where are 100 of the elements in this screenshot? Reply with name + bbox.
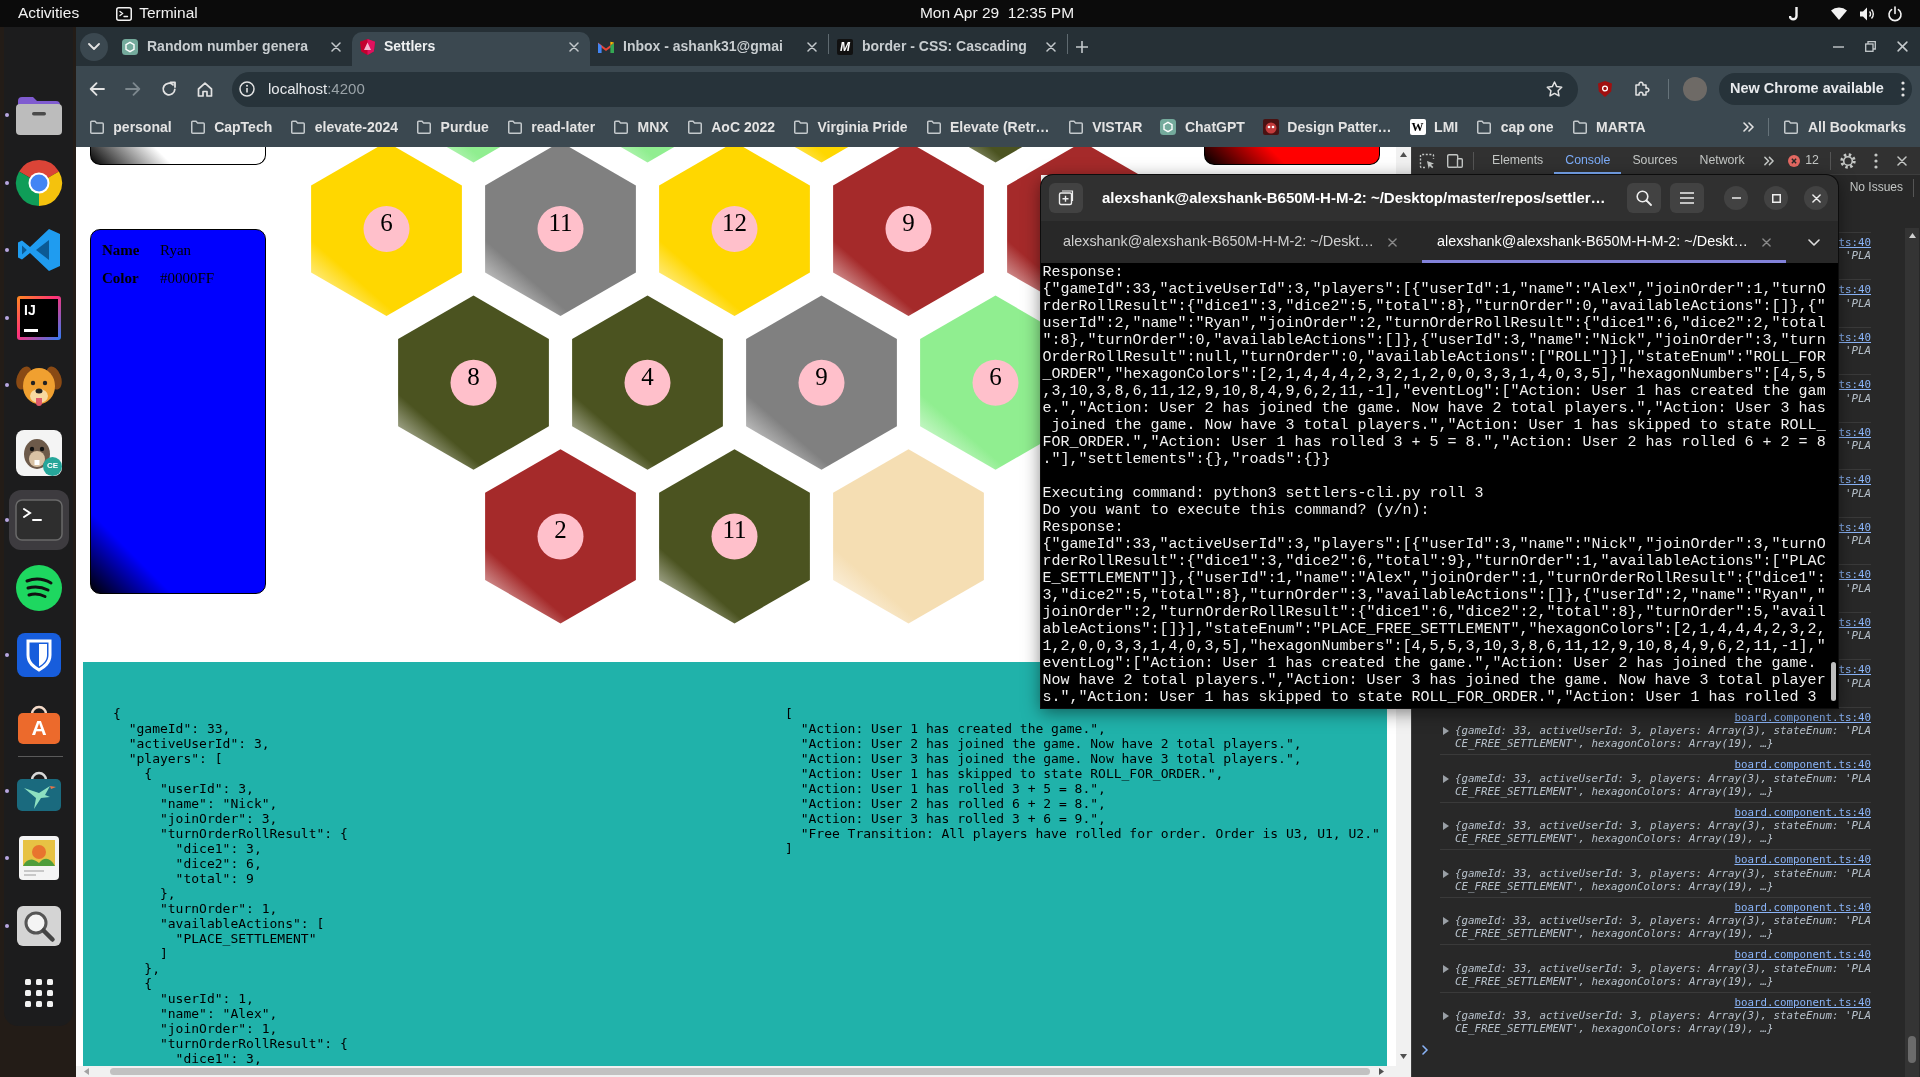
bookmark-folder[interactable]: All Bookmarks (1783, 115, 1906, 139)
scroll-up-icon[interactable] (1908, 233, 1916, 238)
activities-button[interactable]: Activities (18, 4, 80, 23)
bookmark-folder[interactable]: MNX (613, 115, 669, 139)
issues-button[interactable]: No Issues (1849, 180, 1903, 195)
chevron-down-icon[interactable] (1807, 238, 1820, 246)
segmented-circle-icon[interactable] (15, 158, 63, 207)
source-link[interactable]: board.component.ts:40 (1734, 900, 1871, 915)
source-link[interactable]: ts:40 (1838, 378, 1871, 392)
restore-icon[interactable] (1864, 41, 1876, 52)
browser-tab[interactable]: Inbox - ashank31@gmai (590, 32, 828, 66)
close-icon[interactable] (569, 41, 579, 52)
star-icon[interactable] (1546, 81, 1563, 97)
terminal-icon[interactable] (15, 499, 63, 541)
puzzle-icon[interactable] (1634, 81, 1650, 97)
browser-tab[interactable]: Settlers (352, 32, 590, 66)
picture-icon[interactable] (19, 836, 59, 880)
close-icon[interactable] (1387, 237, 1397, 247)
inspect-icon[interactable] (1419, 152, 1435, 169)
magnifier-icon[interactable] (17, 905, 61, 946)
source-link[interactable]: board.component.ts:40 (1734, 758, 1871, 772)
source-link[interactable]: board.component.ts:40 (1734, 710, 1871, 725)
close-icon[interactable] (1896, 155, 1907, 166)
hook-icon[interactable] (1789, 5, 1799, 22)
triangle-icon[interactable] (1443, 1012, 1449, 1021)
bookmark-folder[interactable]: CapTech (189, 115, 273, 139)
speaker-icon[interactable] (1859, 5, 1875, 22)
scroll-right-icon[interactable] (1379, 1068, 1384, 1075)
scrollbar-thumb[interactable] (1908, 1036, 1916, 1063)
source-link[interactable]: board.component.ts:40 (1734, 948, 1871, 962)
menu-button[interactable] (1670, 183, 1704, 213)
source-link[interactable]: board.component.ts:40 (1734, 995, 1871, 1010)
devtools-tab[interactable]: Network (1688, 147, 1756, 174)
source-link[interactable]: ts:40 (1838, 473, 1871, 487)
minimize-button[interactable] (1724, 186, 1748, 210)
clock[interactable]: Mon Apr 29 12:35 PM (845, 4, 1075, 23)
triangle-icon[interactable] (1443, 727, 1449, 736)
settings-icon[interactable] (1840, 152, 1857, 169)
scrollbar-thumb[interactable] (1831, 662, 1836, 701)
terminal-tab[interactable]: alexshank@alexshank-B650M-H-M-2: ~/Deskt… (1041, 221, 1415, 263)
scrollbar-thumb[interactable] (110, 1068, 1370, 1075)
bookmark-folder[interactable]: cap one (1476, 115, 1554, 139)
bookmark-folder[interactable]: elevate-2024 (290, 115, 399, 139)
vertical-scrollbar[interactable] (1396, 147, 1411, 175)
bookmark-folder[interactable]: Purdue (416, 115, 489, 139)
wifi-icon[interactable] (1831, 7, 1847, 20)
source-link[interactable]: ts:40 (1838, 520, 1871, 535)
app-menu-button[interactable]: Terminal (116, 4, 198, 23)
devtools-tab[interactable]: Sources (1621, 147, 1689, 174)
bookmark-folder[interactable]: AoC 2022 (686, 115, 776, 139)
reload-icon[interactable] (161, 81, 177, 97)
close-icon[interactable] (1046, 41, 1056, 52)
shield-icon[interactable] (1598, 81, 1612, 97)
bookmark-folder[interactable]: MARTA (1571, 115, 1646, 139)
triangle-icon[interactable] (1443, 774, 1449, 783)
source-link[interactable]: board.component.ts:40 (1734, 853, 1871, 867)
triangle-icon[interactable] (1443, 822, 1449, 831)
scroll-up-icon[interactable] (1400, 152, 1407, 157)
source-link[interactable]: ts:40 (1838, 283, 1871, 297)
bookmark-link[interactable]: ChatGPT (1160, 115, 1245, 139)
source-link[interactable]: board.component.ts:40 (1734, 805, 1871, 820)
back-icon[interactable] (89, 82, 105, 96)
home-icon[interactable] (197, 81, 213, 97)
horizontal-scrollbar[interactable] (76, 1066, 1396, 1077)
app-grid-icon[interactable] (25, 979, 53, 1007)
bird-icon[interactable] (17, 770, 61, 811)
bookmark-folder[interactable]: VISTAR (1067, 115, 1143, 139)
double-chevron-icon[interactable] (1763, 155, 1774, 166)
close-icon[interactable] (807, 41, 817, 52)
maximize-button[interactable] (1764, 186, 1788, 210)
source-link[interactable]: ts:40 (1838, 236, 1871, 250)
info-icon[interactable] (239, 81, 255, 97)
bookmark-folder[interactable]: Virginia Pride (793, 115, 908, 139)
letter-logo-icon[interactable]: IJ (17, 295, 61, 340)
close-icon[interactable] (1896, 41, 1908, 52)
folder-icon[interactable] (16, 95, 62, 135)
minimize-icon[interactable] (1832, 45, 1844, 48)
bookmark-folder[interactable]: Elevate (Retr… (925, 115, 1050, 139)
vertical-scrollbar[interactable] (1396, 708, 1411, 1077)
circle-waves-icon[interactable] (16, 564, 62, 611)
triangle-icon[interactable] (1443, 964, 1449, 973)
scroll-down-icon[interactable] (1400, 1054, 1407, 1059)
tab-search-button[interactable] (80, 32, 108, 61)
shield-icon[interactable] (17, 633, 61, 677)
bookmark-folder[interactable]: personal (88, 115, 172, 139)
close-icon[interactable] (1761, 237, 1771, 247)
address-bar[interactable]: localhost:4200 (232, 71, 1578, 107)
devtools-tab[interactable]: Elements (1481, 147, 1555, 174)
triangle-icon[interactable] (1443, 869, 1449, 878)
update-button[interactable]: New Chrome available (1719, 73, 1912, 105)
search-button[interactable] (1627, 183, 1661, 213)
close-icon[interactable] (331, 41, 341, 52)
bookmark-link[interactable]: Design Patter… (1262, 115, 1392, 139)
bookmark-link[interactable]: W LMI (1409, 115, 1459, 139)
device-toggle-icon[interactable] (1447, 153, 1463, 168)
source-link[interactable]: ts:40 (1838, 568, 1871, 582)
new-tab-button[interactable] (1049, 183, 1083, 213)
error-count-button[interactable]: 12 (1788, 153, 1819, 168)
triangle-icon[interactable] (1443, 917, 1449, 926)
browser-tab[interactable]: Random number genera (114, 32, 352, 66)
